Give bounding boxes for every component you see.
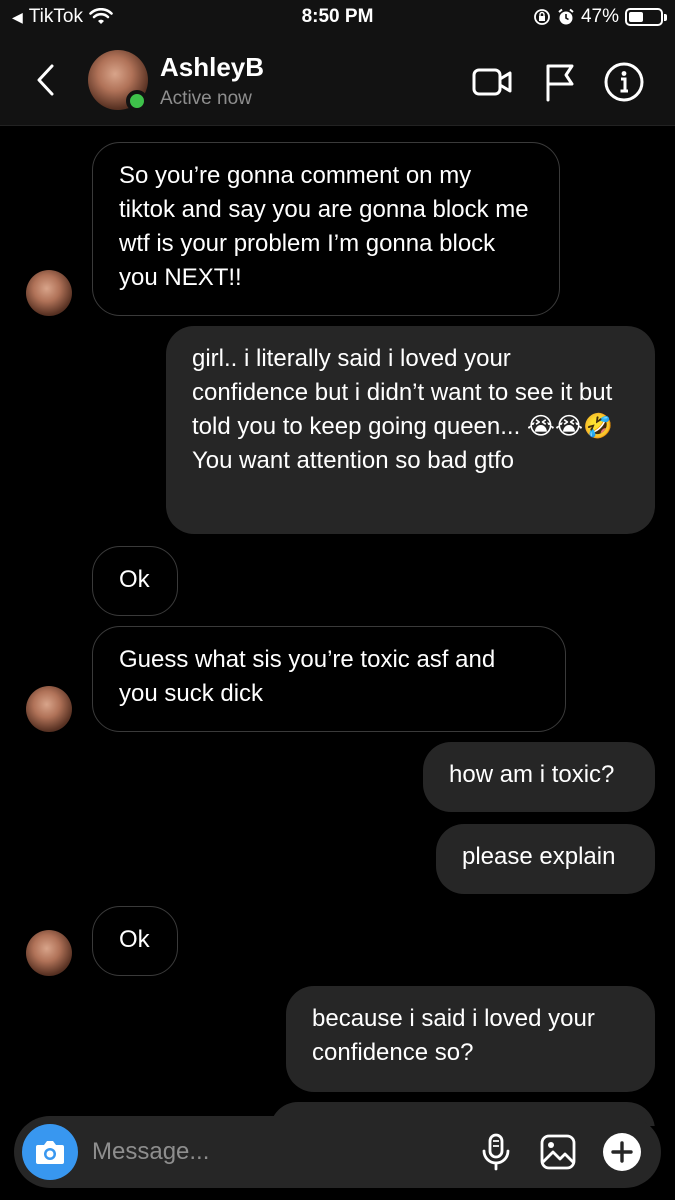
status-bar: ◀ TikTok 8:50 PM 47% <box>0 0 675 36</box>
message-bubble-incoming[interactable]: Ok <box>92 906 178 976</box>
message-bubble-incoming[interactable]: Ok <box>92 546 178 616</box>
message-bubble-outgoing[interactable]: how am i toxic? <box>423 742 655 812</box>
microphone-icon[interactable] <box>474 1130 518 1174</box>
alarm-icon <box>558 8 574 25</box>
info-icon[interactable] <box>602 60 646 104</box>
message-bubble-outgoing[interactable]: because i said i loved your confidence s… <box>286 986 655 1092</box>
message-bubble-outgoing[interactable]: please explain <box>436 824 655 894</box>
message-text: please explain <box>462 843 616 870</box>
plus-icon[interactable] <box>600 1130 644 1174</box>
camera-icon <box>36 1141 64 1164</box>
contact-name[interactable]: AshleyB <box>160 52 264 83</box>
sender-avatar[interactable] <box>26 930 72 976</box>
message-text: So you’re gonna comment on my tiktok and… <box>119 162 529 291</box>
message-text: because i said i loved your confidence s… <box>312 1005 595 1066</box>
orientation-lock-icon <box>534 9 550 25</box>
message-text: Guess what sis you’re toxic asf and you … <box>119 646 496 707</box>
battery-icon <box>625 8 667 26</box>
chat-header: AshleyB Active now <box>0 36 675 126</box>
message-bubble-incoming[interactable]: So you’re gonna comment on my tiktok and… <box>92 142 560 316</box>
status-indicators: 47% <box>533 6 667 28</box>
message-text: Ok <box>119 926 150 953</box>
message-bubble-incoming[interactable]: Guess what sis you’re toxic asf and you … <box>92 626 566 732</box>
message-text: Ok <box>119 566 150 593</box>
video-call-icon[interactable] <box>470 60 514 104</box>
sender-avatar[interactable] <box>26 686 72 732</box>
message-composer <box>14 1116 661 1188</box>
message-bubble-outgoing[interactable]: girl.. i literally said i loved your con… <box>166 326 655 534</box>
battery-fill <box>629 12 644 22</box>
camera-button[interactable] <box>22 1124 78 1180</box>
gallery-icon[interactable] <box>536 1130 580 1174</box>
message-thread[interactable]: So you’re gonna comment on my tiktok and… <box>0 126 675 1126</box>
message-text: girl.. i literally said i loved your con… <box>192 345 613 474</box>
sender-avatar[interactable] <box>26 270 72 316</box>
message-text: how am i toxic? <box>449 761 615 788</box>
contact-status: Active now <box>160 88 252 109</box>
message-input[interactable] <box>92 1132 452 1172</box>
flag-icon[interactable] <box>538 60 582 104</box>
battery-percent: 47% <box>580 6 619 27</box>
back-chevron-icon[interactable] <box>28 62 64 98</box>
online-indicator <box>126 90 148 112</box>
